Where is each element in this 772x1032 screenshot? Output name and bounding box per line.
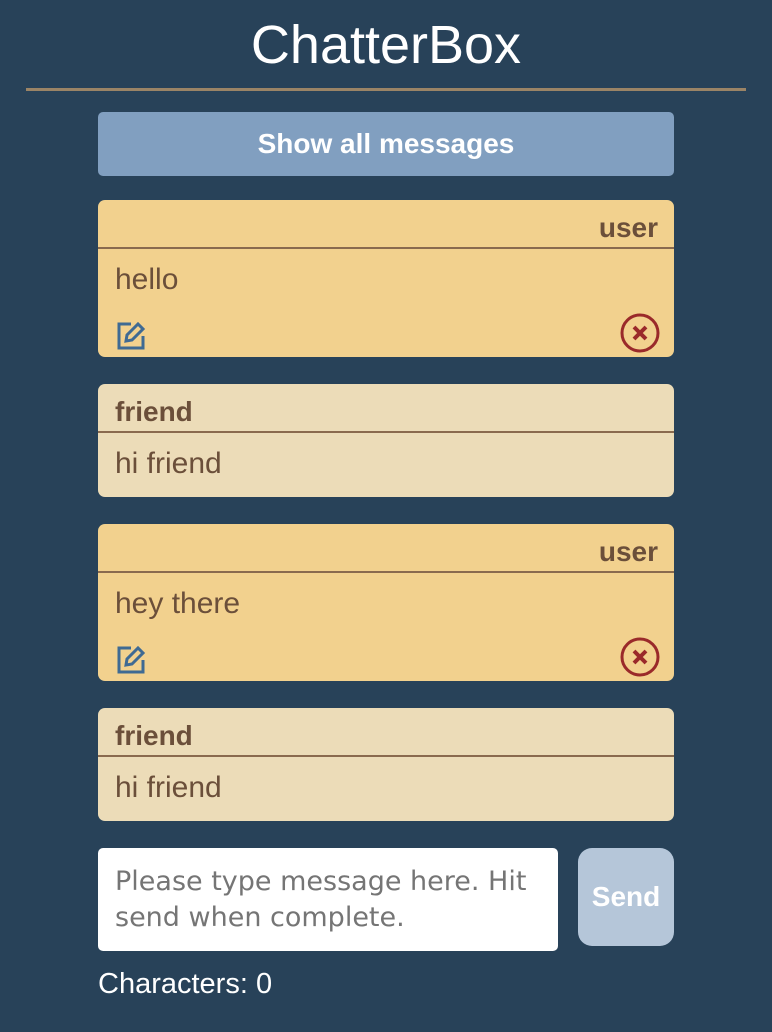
app-title: ChatterBox xyxy=(250,15,522,75)
message-input[interactable] xyxy=(98,848,558,951)
message-text: hi friend xyxy=(115,447,222,480)
message-sender: friend xyxy=(98,708,674,757)
send-button[interactable]: Send xyxy=(578,848,674,946)
delete-icon[interactable] xyxy=(619,636,661,678)
title-divider xyxy=(26,88,746,91)
edit-icon[interactable] xyxy=(116,319,148,351)
message-text: hey there xyxy=(115,587,241,620)
character-count: Characters: 0 xyxy=(98,968,273,1000)
edit-icon[interactable] xyxy=(116,643,148,675)
message-card: user hey there xyxy=(98,524,674,681)
message-sender: user xyxy=(98,524,674,573)
message-text: hi friend xyxy=(115,771,222,804)
message-card: friend hi friend xyxy=(98,708,674,821)
message-sender: friend xyxy=(98,384,674,433)
delete-icon[interactable] xyxy=(619,312,661,354)
message-card: user hello xyxy=(98,200,674,357)
message-sender: user xyxy=(98,200,674,249)
message-card: friend hi friend xyxy=(98,384,674,497)
message-text: hello xyxy=(115,263,179,296)
show-all-messages-button[interactable]: Show all messages xyxy=(98,112,674,176)
